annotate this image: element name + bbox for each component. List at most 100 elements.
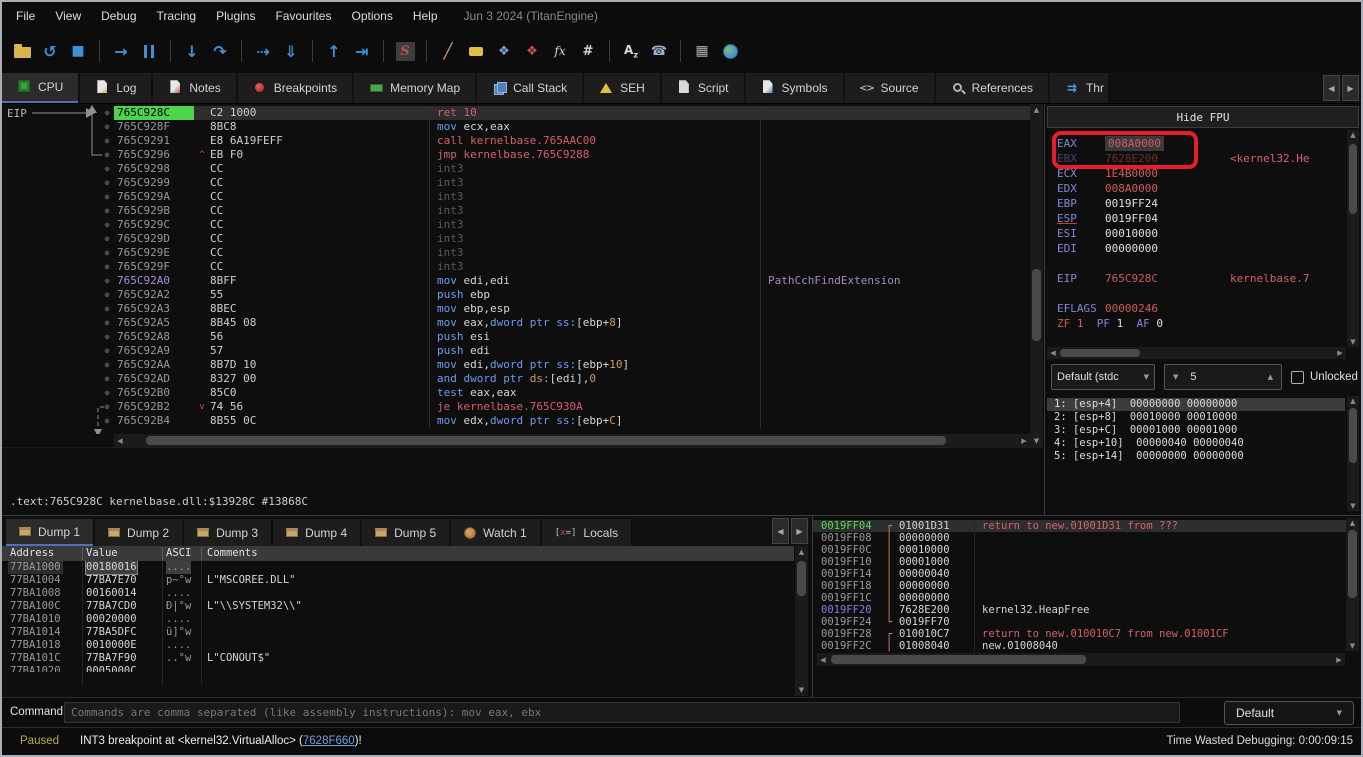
argument-row[interactable]: 3: [esp+C] 00001000 00001000 [1047, 424, 1345, 437]
stack-row[interactable]: 0019FF10│00001000 [813, 556, 1348, 568]
functions-button[interactable]: fx [548, 39, 572, 63]
disasm-row[interactable]: ●765C92A957push edi [2, 344, 1030, 358]
disasm-row[interactable]: ●765C928CC2 1000ret 10 [2, 106, 1030, 120]
stack-row[interactable]: 0019FF04┌01001D31return to new.01001D31 … [813, 520, 1348, 532]
hide-fpu-button[interactable]: Hide FPU [1047, 106, 1359, 128]
breakpoint-dot-column[interactable]: ● [100, 344, 114, 358]
pause-button[interactable] [137, 39, 161, 63]
stack-row[interactable]: 0019FF18│00000000 [813, 580, 1348, 592]
menu-tracing[interactable]: Tracing [147, 6, 207, 26]
dump-row[interactable]: 77BA101C77BA7F90..°wL"CONOUT$" [2, 652, 794, 665]
open-file-button[interactable] [10, 39, 34, 63]
checkbox-box[interactable] [1291, 371, 1304, 384]
patches-button[interactable]: ╱ [436, 39, 460, 63]
tab-dump-5[interactable]: Dump 5 [362, 519, 449, 546]
stack-hscrollbar[interactable]: ◀ ▶ [817, 653, 1345, 666]
tab-symbols[interactable]: Symbols [746, 73, 843, 103]
trace-into-button[interactable]: ⇢ [251, 39, 275, 63]
disasm-row[interactable]: ●765C92A08BFFmov edi,ediPathCchFindExten… [2, 274, 1030, 288]
breakpoint-dot-column[interactable]: ● [100, 134, 114, 148]
menu-favourites[interactable]: Favourites [265, 6, 341, 26]
breakpoint-dot-column[interactable]: ● [100, 302, 114, 316]
registers-vscrollbar[interactable]: ▲ ▼ [1347, 130, 1359, 347]
tab-thr[interactable]: ⇉Thr [1050, 73, 1108, 103]
tab-dump-3[interactable]: Dump 3 [184, 519, 271, 546]
register-row-edi[interactable]: EDI00000000 [1047, 241, 1345, 256]
comments-button[interactable] [464, 39, 488, 63]
tab-watch-1[interactable]: Watch 1 [451, 519, 540, 546]
menu-options[interactable]: Options [341, 6, 402, 26]
breakpoint-dot-column[interactable]: ● [100, 316, 114, 330]
argument-row[interactable]: 5: [esp+14] 00000000 00000000 [1047, 450, 1345, 463]
tab-source[interactable]: <>Source [845, 73, 934, 103]
dump-row[interactable]: 77BA100000180016.... [2, 561, 794, 574]
restart-button[interactable]: ↺ [38, 39, 62, 63]
spinner-down-icon[interactable]: ▼ [1173, 373, 1178, 381]
disasm-hscrollbar[interactable]: ◀ ▶ [114, 434, 1030, 447]
register-row-eip[interactable]: EIP765C928Ckernelbase.7 [1047, 271, 1345, 286]
flag-pf[interactable]: PF [1097, 316, 1110, 331]
labels-button[interactable]: ❖ [492, 39, 516, 63]
disasm-row[interactable]: ●765C928F8BC8mov ecx,eax [2, 120, 1030, 134]
disasm-row[interactable]: ●765C929FCCint3 [2, 260, 1030, 274]
menu-file[interactable]: File [6, 6, 45, 26]
dump-row[interactable]: 77BA100C77BA7CD0Ð|°wL"\\SYSTEM32\\" [2, 600, 794, 613]
register-row-eflags[interactable]: EFLAGS00000246 [1047, 301, 1345, 316]
software-breakpoint-s-button[interactable]: S [393, 39, 417, 63]
disasm-row[interactable]: ●765C929ECCint3 [2, 246, 1030, 260]
breakpoint-dot-column[interactable]: ● [100, 372, 114, 386]
execute-till-return-button[interactable]: ↑ [322, 39, 346, 63]
tab-call-stack[interactable]: Call Stack [477, 73, 582, 103]
dump-tab-scroll-right-button[interactable]: ▶ [791, 518, 808, 544]
disasm-row[interactable]: ●765C92A856push esi [2, 330, 1030, 344]
menu-help[interactable]: Help [403, 6, 448, 26]
command-input[interactable] [64, 702, 1180, 723]
dump-row[interactable]: 77BA100477BA7E70p~°wL"MSCOREE.DLL" [2, 574, 794, 587]
flag-af[interactable]: AF [1137, 316, 1150, 331]
register-row-esp[interactable]: ESP0019FF04 [1047, 211, 1345, 226]
tab-seh[interactable]: SEH [584, 73, 660, 103]
disasm-row[interactable]: ●765C929CCCint3 [2, 218, 1030, 232]
command-profile-dropdown[interactable]: Default ▼ [1224, 701, 1354, 725]
registers-hscrollbar[interactable]: ◀ ▶ [1047, 347, 1346, 359]
breakpoint-dot-column[interactable]: ● [100, 232, 114, 246]
breakpoint-dot-column[interactable]: ● [100, 358, 114, 372]
bookmarks-button[interactable]: ❖ [520, 39, 544, 63]
menu-plugins[interactable]: Plugins [206, 6, 265, 26]
breakpoint-dot-column[interactable]: ● [100, 400, 114, 414]
tab-scroll-right-button[interactable]: ▶ [1342, 75, 1359, 101]
disasm-row[interactable]: ●765C92A255push ebp [2, 288, 1030, 302]
tab-dump-2[interactable]: Dump 2 [95, 519, 182, 546]
breakpoint-dot-column[interactable]: ● [100, 148, 114, 162]
disasm-row[interactable]: ●765C92B2v74 56je kernelbase.765C930A [2, 400, 1030, 414]
browser-button[interactable] [718, 39, 742, 63]
disasm-row[interactable]: ●765C92AD8327 00and dword ptr ds:[edi],0 [2, 372, 1030, 386]
tab-log[interactable]: Log [80, 73, 151, 103]
flag-zf[interactable]: ZF [1057, 316, 1070, 331]
register-row-edx[interactable]: EDX008A0000 [1047, 181, 1345, 196]
dump-row[interactable]: 77BA101000020000.... [2, 613, 794, 626]
breakpoint-dot-column[interactable]: ● [100, 176, 114, 190]
stack-row[interactable]: 0019FF28┌010010C7return to new.010010C7 … [813, 628, 1348, 640]
disasm-row[interactable]: ●765C9291E8 6A19FEFFcall kernelbase.765A… [2, 134, 1030, 148]
stack-row[interactable]: 0019FF1C│00000000 [813, 592, 1348, 604]
disasm-row[interactable]: ●765C9299CCint3 [2, 176, 1030, 190]
step-over-button[interactable]: ↷ [208, 39, 232, 63]
disasm-row[interactable]: ●765C92B48B55 0Cmov edx,dword ptr ss:[eb… [2, 414, 1030, 428]
step-into-button[interactable]: ↓ [180, 39, 204, 63]
breakpoint-dot-column[interactable]: ● [100, 386, 114, 400]
tab-breakpoints[interactable]: Breakpoints [238, 73, 352, 103]
spinner-up-icon[interactable]: ▲ [1268, 373, 1273, 381]
disasm-row[interactable]: ●765C929BCCint3 [2, 204, 1030, 218]
breakpoint-dot-column[interactable]: ● [100, 246, 114, 260]
tab-script[interactable]: Script [662, 73, 744, 103]
breakpoint-dot-column[interactable]: ● [100, 288, 114, 302]
dump-row[interactable]: 77BA10200005000C [2, 665, 794, 672]
stack-row[interactable]: 0019FF20│7628E200kernel32.HeapFree [813, 604, 1348, 616]
disasm-row[interactable]: ●765C92B085C0test eax,eax [2, 386, 1030, 400]
argument-row[interactable]: 1: [esp+4] 00000000 00000000 [1047, 398, 1345, 411]
dump-row[interactable]: 77BA10180010000E.... [2, 639, 794, 652]
breakpoint-address-link[interactable]: 7628F660 [303, 735, 355, 747]
menu-debug[interactable]: Debug [91, 6, 146, 26]
tab-cpu[interactable]: CPU [2, 73, 78, 103]
